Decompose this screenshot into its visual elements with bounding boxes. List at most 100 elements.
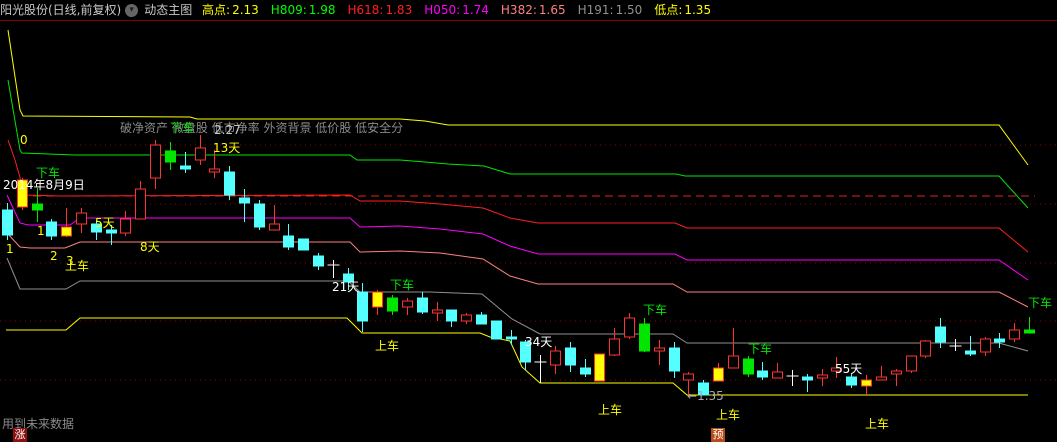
candle-up: [195, 135, 206, 165]
candle-body: [980, 338, 991, 353]
candle-body: [935, 326, 946, 343]
candle-body: [506, 336, 517, 340]
candle-body: [313, 255, 324, 267]
days-label: 21天: [332, 280, 360, 294]
candle-yellow: [713, 363, 724, 382]
sell-signal: 下车: [170, 121, 195, 135]
sell-signal: 下车: [1028, 296, 1053, 310]
candle-body: [654, 347, 665, 352]
candle-down: [802, 374, 813, 392]
candle-yellow: [372, 290, 383, 315]
candle-body: [209, 168, 220, 173]
candle-down: [446, 309, 457, 327]
candle-body: [283, 235, 294, 248]
candle-up: [150, 140, 161, 189]
candle-body: [120, 218, 131, 234]
price-low-value: 1.35: [697, 389, 724, 403]
candle-body: [891, 370, 902, 375]
candle-body: [357, 291, 368, 322]
candle-body: [432, 309, 443, 314]
days-label: 8天: [140, 240, 160, 254]
candle-green: [743, 356, 754, 377]
candle-down: [224, 166, 235, 200]
candle-down: [239, 189, 250, 222]
candle-green: [387, 295, 398, 315]
days-label: 34天: [525, 335, 553, 349]
buy-signal: 上车: [865, 417, 890, 431]
candle-body: [491, 320, 502, 340]
forecast-badge[interactable]: 预: [711, 428, 725, 442]
candle-body: [817, 374, 828, 379]
candle-up: [550, 346, 561, 374]
candle-up: [120, 211, 131, 236]
candle-body: [269, 223, 280, 231]
candle-green: [1024, 317, 1035, 334]
candle-body: [876, 376, 887, 381]
candlestick-chart[interactable]: [0, 0, 1057, 442]
candle-body: [195, 147, 206, 161]
candle-up: [891, 369, 902, 386]
candle-body: [417, 297, 428, 313]
candle-up: [135, 181, 146, 220]
candle-down: [2, 203, 13, 240]
candle-body: [1024, 329, 1035, 334]
candle-body: [180, 165, 191, 170]
candle-body: [772, 371, 783, 379]
concept-tags: 破净资产 微盘股 低市净率 外资背景 低价股 低安全分: [120, 121, 404, 135]
candle-up: [980, 337, 991, 356]
candle-body: [594, 353, 605, 382]
candle-cross: [327, 260, 340, 278]
candle-up: [654, 340, 665, 365]
candle-up: [906, 355, 917, 373]
candle-body: [757, 370, 768, 378]
rise-badge[interactable]: 涨: [13, 428, 27, 442]
sell-signal: 下车: [643, 303, 668, 317]
candle-down: [417, 292, 428, 314]
candle-down: [298, 238, 309, 251]
candle-body: [802, 376, 813, 381]
candle-up: [624, 313, 635, 339]
candle-body: [372, 291, 383, 308]
h809-line: [7, 79, 1029, 209]
candle-yellow: [594, 353, 605, 382]
candle-up: [402, 298, 413, 315]
candle-down: [283, 224, 294, 250]
candle-yellow: [861, 375, 872, 395]
candle-down: [491, 320, 502, 340]
candle-body: [550, 350, 561, 366]
candle-body: [46, 221, 57, 237]
candle-body: [61, 226, 72, 237]
candle-body: [728, 355, 739, 369]
buy-signal: 上车: [375, 339, 400, 353]
candle-body: [76, 212, 87, 225]
candle-body: [387, 297, 398, 312]
candle-body: [906, 355, 917, 372]
candle-up: [876, 366, 887, 381]
candle-body: [254, 203, 265, 228]
candle-body: [32, 203, 43, 211]
count-label: 2: [50, 249, 58, 263]
candle-body: [609, 338, 620, 356]
candle-up: [728, 328, 739, 369]
candle-down: [846, 374, 857, 388]
candle-up: [772, 363, 783, 379]
candle-body: [298, 238, 309, 251]
buy-signal: 上车: [598, 403, 623, 417]
buy-signal: 上车: [65, 259, 90, 273]
price-high-label: 2.27: [214, 123, 241, 137]
candle-down: [313, 253, 324, 270]
count-label: 1: [37, 224, 45, 238]
candle-body: [713, 367, 724, 382]
sell-signal: 下车: [748, 342, 773, 356]
low-level-line: [6, 317, 1028, 396]
candle-down: [580, 359, 591, 377]
candle-down: [476, 312, 487, 325]
h191-line: [6, 257, 1029, 352]
candle-up: [920, 340, 931, 358]
candle-body: [920, 340, 931, 357]
candle-down: [965, 336, 976, 356]
candle-cross: [786, 370, 799, 386]
candle-body: [446, 309, 457, 322]
days-label: 13天: [213, 141, 241, 155]
candle-body: [239, 197, 250, 204]
